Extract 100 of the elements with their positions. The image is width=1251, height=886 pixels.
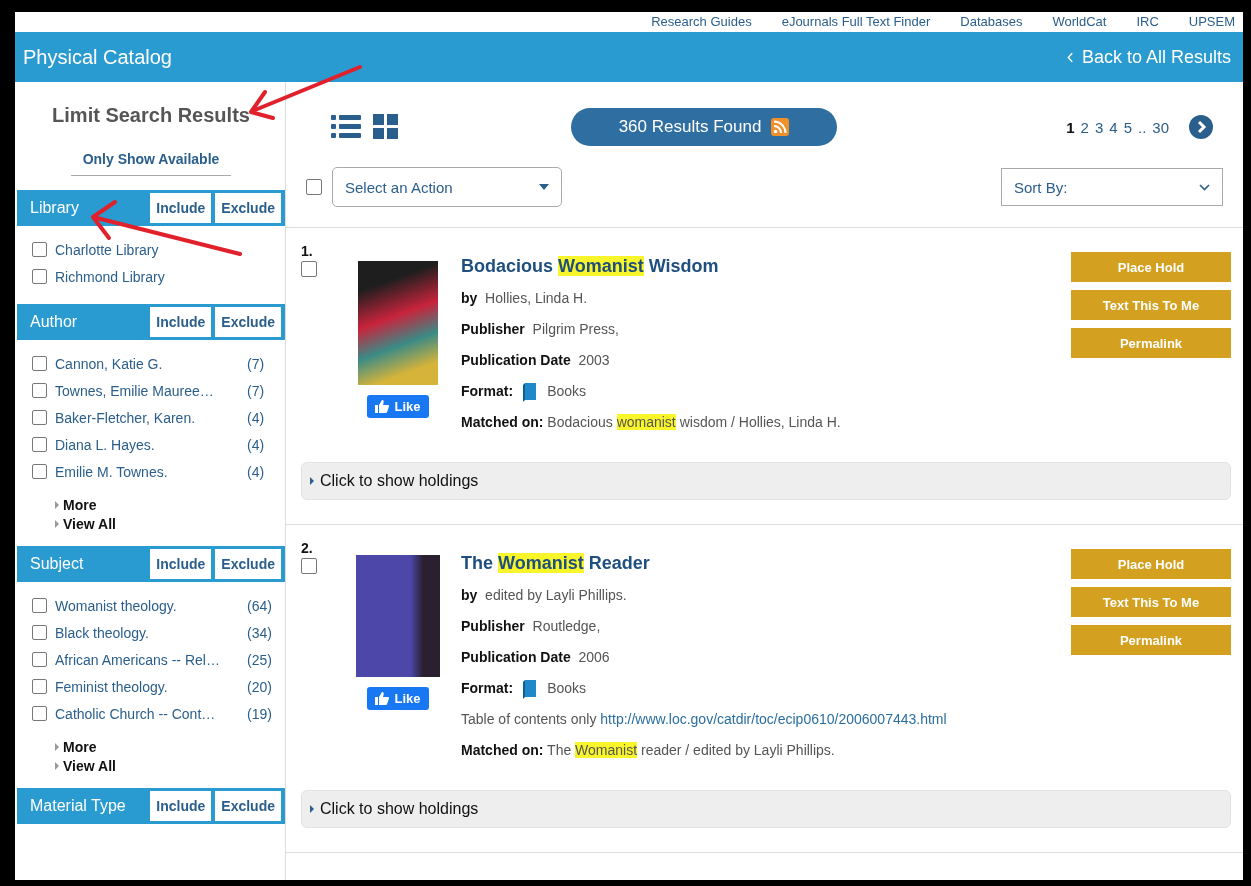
include-button[interactable]: Include [150, 791, 212, 821]
facet-count: (7) [247, 355, 266, 372]
sidebar-title: Limit Search Results [51, 104, 251, 127]
format-value: Books [547, 382, 587, 401]
book-icon [523, 678, 538, 699]
facet-option[interactable]: Diana L. Hayes. [55, 436, 247, 453]
page-title: Physical Catalog [23, 45, 172, 69]
view-all-link[interactable]: View All [55, 758, 285, 774]
result-title[interactable]: Bodacious Womanist Wisdom [461, 256, 1071, 277]
nav-link[interactable]: UPSEM [1188, 14, 1235, 30]
facet-option[interactable]: Black theology. [55, 624, 247, 641]
rss-icon[interactable] [771, 118, 790, 136]
holdings-toggle[interactable]: Click to show holdings [301, 462, 1231, 500]
facet-option[interactable]: Townes, Emilie Mauree… [55, 382, 247, 399]
matched-on-text: Matched on: Bodacious womanist wisdom / Hollies, Linda H. [461, 413, 842, 432]
record-field: Publisher Routledge, [461, 611, 1071, 642]
checkbox[interactable] [32, 410, 47, 425]
facet-count: (19) [247, 705, 273, 722]
like-button[interactable]: Like [367, 687, 429, 710]
checkbox[interactable] [32, 706, 47, 721]
exclude-button[interactable]: Exclude [215, 307, 281, 337]
like-button[interactable]: Like [367, 395, 429, 418]
checkbox[interactable] [32, 625, 47, 640]
page-link[interactable]: .. [1137, 118, 1147, 136]
page-link[interactable]: 2 [1080, 118, 1089, 136]
result-title[interactable]: The Womanist Reader [461, 553, 1071, 574]
checkbox[interactable] [32, 269, 47, 284]
facet-option[interactable]: Womanist theology. [55, 597, 247, 614]
facet-option[interactable]: Cannon, Katie G. [55, 355, 247, 372]
result-number: 1. [301, 243, 314, 259]
facet-count: (7) [247, 382, 266, 399]
record-field: Publication Date 2003 [461, 345, 1071, 376]
toc-link[interactable]: http://www.loc.gov/catdir/toc/ecip0610/2006007443.html [600, 711, 947, 727]
format-label: Format: [461, 679, 514, 698]
result-number: 2. [301, 540, 314, 556]
page-link[interactable]: 5 [1123, 118, 1132, 136]
caret-icon [55, 501, 59, 509]
record-field: by edited by Layli Phillips. [461, 580, 1071, 611]
record-field: by Hollies, Linda H. [461, 283, 1071, 314]
nav-link[interactable]: eJournals Full Text Finder [781, 14, 931, 30]
select-all-checkbox[interactable] [306, 179, 322, 195]
facet-option[interactable]: Charlotte Library [55, 241, 285, 258]
note-text: Table of contents only [461, 711, 597, 727]
checkbox[interactable] [32, 598, 47, 613]
include-button[interactable]: Include [150, 193, 212, 223]
grid-view-icon[interactable] [373, 114, 399, 140]
book-icon [523, 381, 538, 402]
nav-link[interactable]: Databases [960, 14, 1023, 30]
include-button[interactable]: Include [150, 549, 212, 579]
holdings-toggle[interactable]: Click to show holdings [301, 790, 1231, 828]
checkbox[interactable] [32, 437, 47, 452]
checkbox[interactable] [301, 261, 317, 277]
checkbox[interactable] [301, 558, 317, 574]
checkbox[interactable] [32, 242, 47, 257]
exclude-button[interactable]: Exclude [215, 791, 281, 821]
page-link[interactable]: 1 [1066, 118, 1075, 136]
record-field: Publisher Pilgrim Press, [461, 314, 1071, 345]
exclude-button[interactable]: Exclude [215, 549, 281, 579]
facet-count: (25) [247, 651, 273, 668]
facet-count: (4) [247, 463, 266, 480]
page-link[interactable]: 4 [1109, 118, 1118, 136]
record-field: Publication Date 2006 [461, 642, 1071, 673]
action-select[interactable]: Select an Action [332, 167, 562, 207]
checkbox[interactable] [32, 356, 47, 371]
checkbox[interactable] [32, 464, 47, 479]
page-link[interactable]: 30 [1152, 118, 1169, 136]
checkbox[interactable] [32, 383, 47, 398]
facet-option[interactable]: Catholic Church -- Cont… [55, 705, 247, 722]
nav-link[interactable]: Research Guides [651, 14, 752, 30]
facet-option[interactable]: African Americans -- Rel… [55, 651, 247, 668]
facet-option[interactable]: Richmond Library [55, 268, 285, 285]
facet-count: (20) [247, 678, 273, 695]
sort-select[interactable]: Sort By: [1001, 168, 1223, 206]
exclude-button[interactable]: Exclude [215, 193, 281, 223]
facet-option[interactable]: Emilie M. Townes. [55, 463, 247, 480]
include-button[interactable]: Include [150, 307, 212, 337]
page-link[interactable]: 3 [1094, 118, 1104, 136]
format-label: Format: [461, 382, 514, 401]
caret-icon [55, 520, 59, 528]
more-link[interactable]: More [55, 497, 285, 513]
chevron-down-icon [1199, 183, 1210, 191]
checkbox[interactable] [32, 652, 47, 667]
facet-count: (34) [247, 624, 273, 641]
facet-title: Author [30, 313, 79, 331]
more-link[interactable]: More [55, 739, 285, 755]
nav-link[interactable]: WorldCat [1052, 14, 1107, 30]
facet-count: (4) [247, 409, 266, 426]
facet-option[interactable]: Baker-Fletcher, Karen. [55, 409, 247, 426]
facet-title: Material Type [30, 797, 127, 815]
chevron-left-icon [1066, 51, 1074, 63]
view-all-link[interactable]: View All [55, 516, 285, 532]
list-view-icon[interactable] [331, 114, 361, 140]
thumbs-up-icon [375, 692, 390, 705]
nav-link[interactable]: IRC [1136, 14, 1159, 30]
only-show-available-button[interactable]: Only Show Available [70, 149, 232, 176]
caret-icon [55, 762, 59, 770]
matched-on-text: Matched on: The Womanist reader / edited by Layli Phillips. [461, 741, 836, 760]
next-page-icon[interactable] [1189, 115, 1213, 139]
facet-option[interactable]: Feminist theology. [55, 678, 247, 695]
checkbox[interactable] [32, 679, 47, 694]
